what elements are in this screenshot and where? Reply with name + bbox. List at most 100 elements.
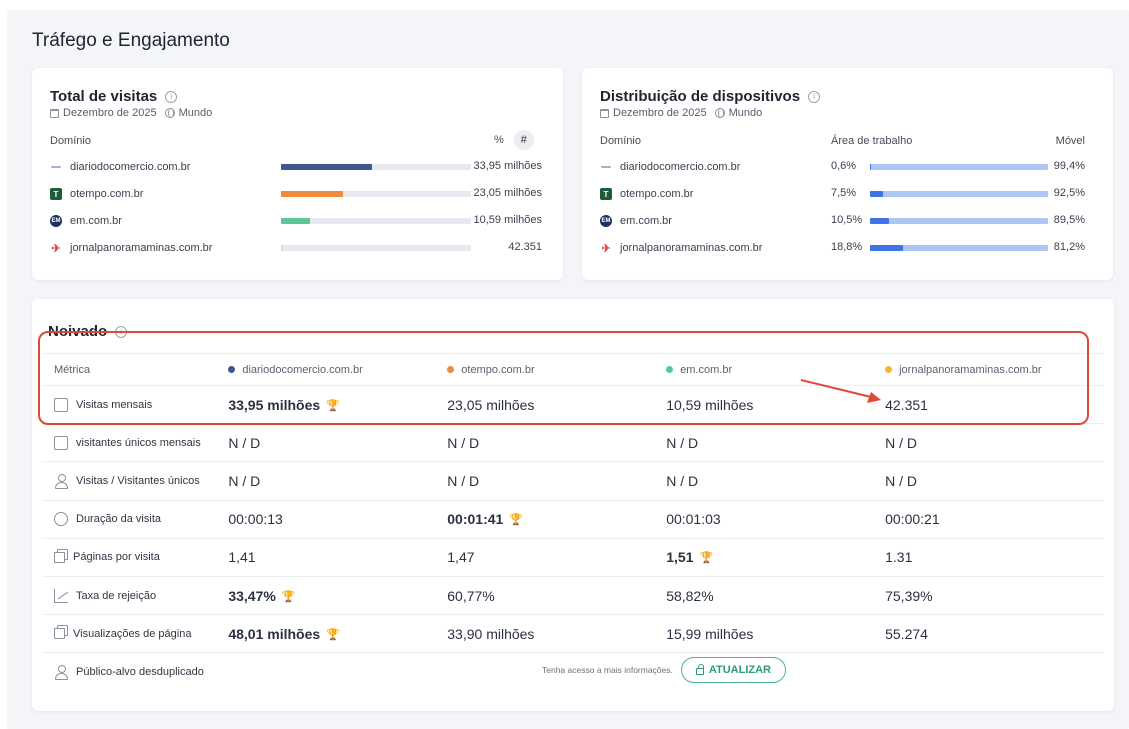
mobile-value: 89,5%	[1053, 214, 1085, 226]
visits-bar-fill	[281, 218, 310, 224]
metric-value: N / D	[228, 435, 447, 451]
metric-value: N / D	[666, 473, 885, 489]
metric-value: 58,82%	[666, 588, 885, 604]
timer-icon	[54, 512, 68, 527]
value-text: N / D	[447, 472, 480, 489]
domain-label[interactable]: diariodocomercio.com.br	[620, 161, 740, 173]
metric-label: Visualizações de página	[73, 627, 192, 640]
device-distribution-card: Distribuição de dispositivos i Dezembro …	[582, 68, 1113, 280]
metric-label: visitantes únicos mensais	[76, 436, 201, 449]
metric-label: Visitas / Visitantes únicos	[76, 474, 200, 487]
metric-value: N / D	[885, 473, 1104, 489]
metric-value: 00:00:13	[228, 511, 447, 527]
value-text: 00:01:03	[666, 511, 721, 528]
domain-label[interactable]: jornalpanoramaminas.com.br	[620, 242, 762, 254]
value-text: 00:00:21	[885, 511, 940, 528]
value-text: 75,39%	[885, 587, 933, 604]
metric-cell: Taxa de rejeição	[42, 588, 228, 603]
metric-value: N / D	[447, 435, 666, 451]
trophy-icon: 🏆	[326, 628, 340, 641]
trophy-icon: 🏆	[281, 590, 296, 603]
domain-label[interactable]: otempo.com.br	[620, 188, 693, 200]
domain-label[interactable]: otempo.com.br	[70, 188, 143, 200]
dash-favicon-icon	[50, 161, 62, 173]
table-row: visitantes únicos mensais N / D N / D N / D…	[42, 423, 1104, 461]
domain-label[interactable]: jornalpanoramaminas.com.br	[70, 242, 212, 254]
metric-label: Duração da visita	[76, 513, 161, 526]
value-text: 1,47	[447, 549, 475, 566]
metric-value: 15,99 milhões	[666, 626, 885, 642]
metric-value: N / D	[885, 435, 1104, 451]
value-text: 33,90 milhões	[447, 625, 535, 642]
metric-label: Taxa de rejeição	[76, 589, 157, 602]
user-card-icon	[54, 435, 68, 450]
mobile-value: 92,5%	[1053, 187, 1085, 199]
visits-bar-track	[281, 218, 471, 224]
domain-label[interactable]: diariodocomercio.com.br	[70, 161, 190, 173]
metric-value: 1,47	[447, 549, 666, 565]
value-text: 48,01 milhões	[228, 625, 321, 642]
visits-value: 10,59 milhões	[473, 214, 543, 226]
upgrade-prompt: Tenha acesso a mais informações. ATUALIZ…	[542, 657, 786, 683]
metric-cell: Páginas por visita	[42, 551, 228, 563]
value-text: 1,41	[228, 549, 256, 566]
table-row: Duração da visita 00:00:13 00:01:41 🏆 00:01:…	[42, 499, 1104, 538]
visits-value: 42.351	[508, 241, 542, 253]
visits-value: 23,05 milhões	[473, 187, 543, 199]
desktop-bar-fill	[870, 191, 883, 197]
upgrade-button[interactable]: ATUALIZAR	[680, 657, 786, 683]
visits-value: 33,95 milhões	[473, 160, 543, 172]
highlight-box	[38, 331, 1089, 425]
metric-cell: visitantes únicos mensais	[42, 435, 228, 450]
value-text: 1,51	[666, 549, 694, 566]
device-bar	[870, 164, 1048, 170]
metric-value: 00:00:21	[885, 511, 1104, 527]
metric-value: 55.274	[885, 626, 1104, 642]
metric-value: N / D	[447, 473, 666, 489]
value-text: 58,82%	[666, 587, 714, 604]
em-favicon-icon: EM	[600, 215, 612, 227]
desktop-bar-fill	[870, 164, 871, 170]
pages-icon	[54, 628, 65, 640]
value-text: N / D	[666, 434, 699, 451]
value-text: N / D	[666, 472, 699, 489]
visits-bar-track	[281, 164, 471, 170]
em-favicon-icon: EM	[50, 215, 62, 227]
device-bar	[870, 191, 1048, 197]
t-favicon-icon: T	[50, 188, 62, 200]
table-row: Páginas por visita 1,41 1,47 1,51 🏆 1.31	[42, 537, 1104, 576]
metric-value: 00:01:03	[666, 511, 885, 527]
pages-icon	[54, 551, 65, 563]
upgrade-text: Tenha acesso a mais informações.	[542, 665, 673, 675]
metric-value: N / D	[228, 473, 447, 489]
metric-cell: Visualizações de página	[42, 628, 228, 640]
desktop-value: 7,5%	[831, 187, 857, 199]
table-row: Visualizações de página 48,01 milhões 🏆 33,…	[42, 614, 1104, 652]
audience-icon	[54, 664, 68, 680]
metric-value: 33,90 milhões	[447, 626, 666, 642]
desktop-value: 0,6%	[831, 160, 857, 172]
audience-metric: Público-alvo desduplicado	[42, 664, 230, 680]
visits-bar-track	[281, 245, 471, 251]
metric-cell: Duração da visita	[42, 512, 228, 527]
domain-label[interactable]: em.com.br	[620, 215, 672, 227]
metric-value: 33,47% 🏆	[228, 588, 447, 604]
metric-label: Público-alvo desduplicado	[76, 665, 204, 678]
value-text: N / D	[885, 472, 917, 489]
metric-value: 75,39%	[885, 588, 1104, 604]
domain-label[interactable]: em.com.br	[70, 215, 122, 227]
section-title: Tráfego e Engajamento	[32, 30, 230, 51]
device-rows: diariodocomercio.com.br 0,6% 99,4% Totempo.…	[582, 68, 1113, 280]
trend-icon	[54, 588, 68, 603]
annotation-arrow	[800, 379, 881, 403]
value-text: 55.274	[885, 625, 928, 642]
value-text: N / D	[228, 472, 261, 489]
person-icon	[54, 473, 68, 489]
mobile-value: 81,2%	[1053, 241, 1085, 253]
desktop-value: 18,8%	[831, 241, 863, 253]
trophy-icon: 🏆	[509, 514, 524, 527]
upgrade-button-label: ATUALIZAR	[708, 664, 771, 676]
value-text: N / D	[885, 434, 917, 451]
metric-value: 1.31	[885, 549, 1104, 565]
desktop-value: 10,5%	[831, 214, 863, 226]
